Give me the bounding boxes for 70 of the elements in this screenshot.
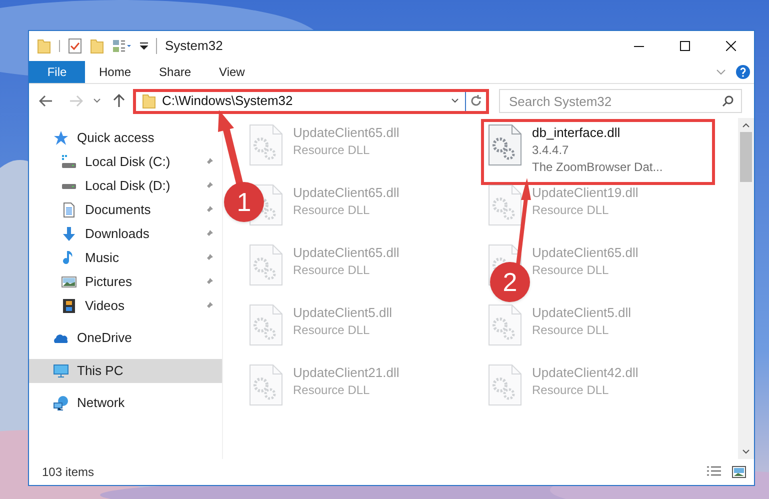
chevron-icon[interactable] [451,98,459,104]
file-detail: Resource DLL [293,142,371,159]
gear-file-icon [488,304,522,346]
folder-icon [142,93,156,109]
file-detail: Resource DLL [293,202,371,219]
computer-icon [53,363,69,379]
item-count: 103 items [42,464,96,481]
properties-icon[interactable] [112,39,132,53]
gear-file-icon [249,304,283,346]
file-detail: Resource DLL [532,262,610,279]
scrollbar[interactable] [738,118,754,459]
checklist-icon[interactable] [68,38,82,54]
nav-item[interactable]: Quick access [29,126,222,150]
picture-icon [61,274,77,290]
up-arrow-icon[interactable] [113,94,125,108]
nav-item[interactable]: This PC [29,359,222,383]
address-path: C:\Windows\System32 [162,92,294,110]
recent-chevron-icon[interactable] [93,98,101,104]
file-detail: Resource DLL [532,382,610,399]
network-icon [53,395,69,411]
dropdown-icon[interactable] [140,42,148,50]
details-view-icon[interactable] [706,466,722,478]
file-detail: The ZoomBrowser Dat... [532,159,663,176]
nav-item[interactable]: Downloads [29,222,222,246]
ribbon-tab[interactable]: Share [145,61,206,83]
window-title: System32 [165,37,223,56]
file-detail: 3.4.4.7 [532,142,570,159]
gear-file-icon [488,184,522,226]
search-field[interactable]: Search System32 [499,89,742,113]
download-icon [61,226,77,242]
close-icon [726,41,736,51]
file-detail: Resource DLL [293,382,371,399]
file-detail: Resource DLL [532,202,610,219]
ribbon-tab[interactable]: Home [85,61,146,83]
nav-item[interactable]: Pictures [29,270,222,294]
nav-item[interactable]: Documents [29,198,222,222]
nav-item[interactable]: Music [29,246,222,270]
scroll-down-icon[interactable] [742,449,750,455]
scroll-up-icon[interactable] [742,122,750,128]
film-icon [61,298,77,314]
gear-file-icon [488,364,522,406]
nav-item[interactable]: Local Disk (D:) [29,174,222,198]
new-folder-icon [90,38,104,54]
back-arrow-icon[interactable] [39,95,53,107]
scroll-thumb[interactable] [740,132,752,182]
maximize-icon [680,41,690,51]
search-icon[interactable] [722,95,734,107]
help-icon[interactable] [736,65,750,79]
ribbon-tab[interactable]: View [205,61,259,83]
drive-icon [61,154,77,170]
folder-icon [37,38,51,54]
gear-file-icon [249,364,283,406]
thumbnail-view-icon[interactable] [732,466,746,478]
refresh-icon[interactable] [470,95,482,107]
gear-file-icon [249,244,283,286]
gear-file-icon [249,124,283,166]
file-detail: Resource DLL [293,322,371,339]
file-detail: Resource DLL [293,262,371,279]
address-bar[interactable]: C:\Windows\System32 [133,88,489,114]
drive-icon [61,182,77,190]
gear-file-icon [488,124,522,166]
file-detail: Resource DLL [532,322,610,339]
nav-item[interactable]: OneDrive [29,326,222,350]
file-name[interactable]: db_interface.dll [532,124,663,142]
file-tab[interactable]: File [29,61,85,83]
star-icon [53,130,69,146]
nav-item[interactable]: Network [29,391,222,415]
nav-item[interactable]: Local Disk (C:) [29,150,222,174]
nav-item[interactable]: Videos [29,294,222,318]
document-icon [61,202,77,218]
